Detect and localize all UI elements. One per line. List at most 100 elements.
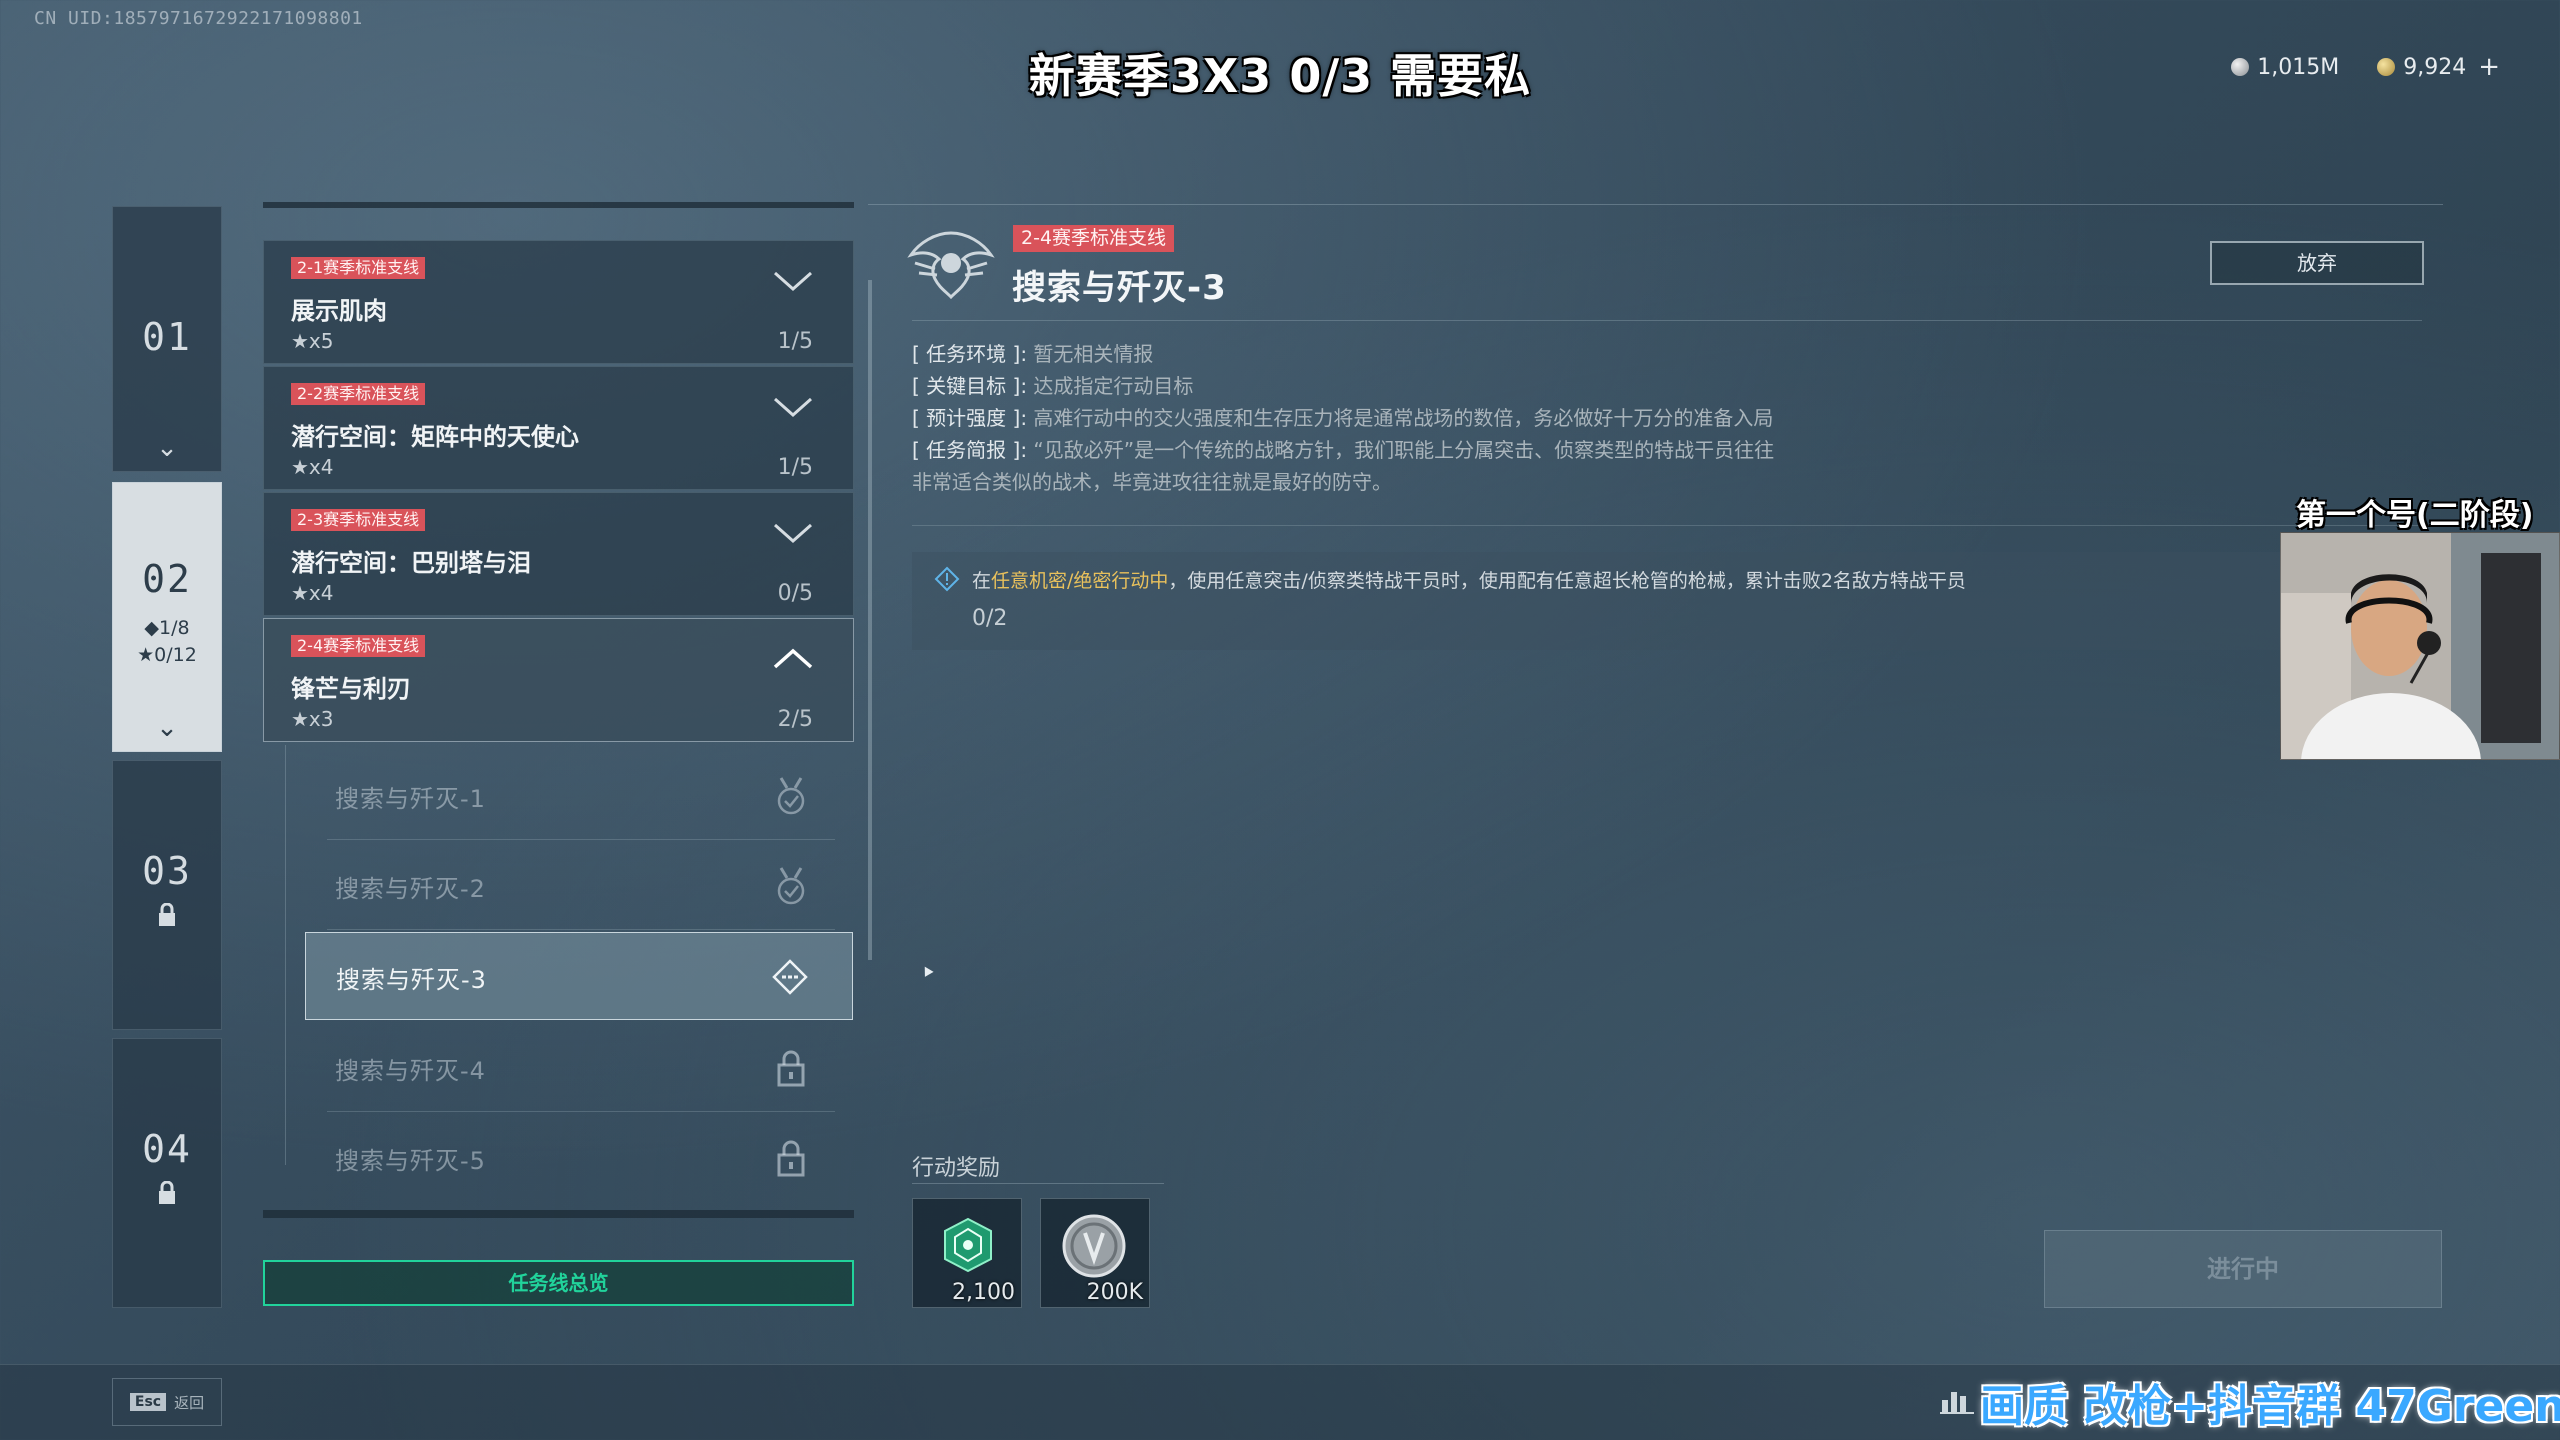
webcam-label: 第一个号(二阶段) — [2296, 498, 2534, 533]
stream-promo-overlay: 画质 改枪+抖音群 47Green — [1980, 1381, 2560, 1432]
divider — [327, 839, 835, 840]
quest-item[interactable]: 2-1赛季标准支线 展示肌肉 ★x5 1/5 — [263, 240, 854, 364]
lock-icon — [159, 1181, 175, 1204]
info-key-goal: [ 关键目标 ]: 达成指定行动目标 — [912, 374, 1194, 398]
bar-chart-icon — [1940, 1392, 1974, 1414]
quest-item-expanded[interactable]: 2-4赛季标准支线 锋芒与利刃 ★x3 2/5 — [263, 618, 854, 742]
info-briefing-continued: 非常适合类似的战术，毕竟进攻往往就是最好的防守。 — [912, 470, 1392, 494]
divider — [327, 929, 835, 930]
detail-divider — [912, 320, 2422, 321]
quest-tag: 2-4赛季标准支线 — [291, 635, 426, 657]
chapter-diamond-progress: ◆1/8 — [144, 617, 190, 639]
subquest-item[interactable]: 搜索与歼灭-5 — [305, 1114, 853, 1202]
reward-amount: 200K — [1086, 1280, 1143, 1305]
chevron-down-icon — [774, 397, 812, 418]
quest-stars: ★x4 — [291, 581, 334, 605]
xp-badge-icon — [944, 1217, 992, 1273]
quest-stars: ★x5 — [291, 329, 334, 353]
back-label: 返回 — [174, 1393, 205, 1412]
subquest-label: 搜索与歼灭-2 — [335, 875, 486, 903]
quest-list-scrollbar[interactable] — [868, 280, 872, 960]
rewards-divider — [912, 1183, 1164, 1184]
gold-amount: 9,924 — [2403, 54, 2467, 80]
quest-progress: 1/5 — [777, 455, 813, 480]
detail-top-divider — [868, 204, 2443, 205]
chapter-number: 01 — [142, 315, 192, 359]
mouse-cursor — [920, 964, 934, 977]
completed-medal-icon — [777, 867, 805, 905]
subquest-label: 搜索与歼灭-5 — [335, 1147, 486, 1175]
quest-stars: ★x4 — [291, 455, 334, 479]
chevron-down-icon — [774, 271, 812, 292]
in-progress-button[interactable]: 进行中 — [2044, 1230, 2442, 1308]
quest-progress: 1/5 — [777, 329, 813, 354]
quest-name: 锋芒与利刃 — [291, 675, 411, 703]
divider — [327, 1111, 835, 1112]
player-uid: CN UID:1857971672922171098801 — [34, 8, 363, 29]
info-intensity: [ 预计强度 ]: 高难行动中的交火强度和生存压力将是通常战场的数倍，务必做好十… — [912, 406, 1774, 430]
reward-item-xp[interactable]: 2,100 — [912, 1198, 1022, 1308]
quest-tag: 2-1赛季标准支线 — [291, 257, 426, 279]
chevron-up-icon — [773, 648, 813, 669]
chapter-number: 04 — [142, 1127, 192, 1171]
chapter-03[interactable]: 03 — [112, 760, 222, 1030]
objective-count: 0/2 — [972, 606, 1008, 631]
quest-info: [ 任务环境 ]: 暂无相关情报 [ 关键目标 ]: 达成指定行动目标 [ 预计… — [912, 338, 2292, 498]
quest-list-bottom-bar — [263, 1210, 854, 1218]
subquest-item[interactable]: 搜索与歼灭-1 — [305, 752, 853, 840]
back-button[interactable]: Esc 返回 — [112, 1378, 222, 1426]
subquest-label: 搜索与歼灭-3 — [336, 966, 487, 994]
quest-name: 展示肌肉 — [291, 297, 387, 325]
chapter-04[interactable]: 04 — [112, 1038, 222, 1308]
quest-name: 潜行空间：巴别塔与泪 — [291, 549, 531, 577]
reward-amount: 2,100 — [952, 1280, 1015, 1305]
chapter-02[interactable]: 02 ◆1/8 ★0/12 ⌄ — [112, 482, 222, 752]
gold-currency[interactable]: 9,924 + — [2377, 52, 2500, 82]
subquest-item[interactable]: 搜索与歼灭-2 — [305, 842, 853, 930]
abandon-button[interactable]: 放弃 — [2210, 241, 2424, 285]
webcam-feed — [2280, 532, 2560, 760]
silver-currency: 1,015M — [2231, 55, 2339, 80]
eagle-emblem-icon — [907, 231, 995, 300]
objective-box: 在任意机密/绝密行动中，使用任意突击/侦察类特战干员时，使用配有任意超长枪管的枪… — [912, 552, 2412, 650]
streamer-avatar — [2281, 533, 2559, 759]
subquest-label: 搜索与歼灭-4 — [335, 1057, 486, 1085]
silver-coin-icon — [1062, 1214, 1126, 1278]
chapter-01[interactable]: 01 ⌄ — [112, 206, 222, 472]
gold-coin-icon — [2377, 58, 2396, 76]
info-briefing: [ 任务简报 ]: “见敌必歼”是一个传统的战略方针，我们职能上分属突击、侦察类… — [912, 438, 1775, 462]
quest-progress: 0/5 — [777, 581, 813, 606]
stream-title-overlay: 新赛季3X3 0/3 需要私 — [1028, 49, 1532, 103]
chevron-down-icon: ⌄ — [156, 433, 178, 463]
objective-text: 在任意机密/绝密行动中，使用任意突击/侦察类特战干员时，使用配有任意超长枪管的枪… — [972, 570, 1966, 592]
silver-amount: 1,015M — [2257, 54, 2340, 80]
silver-coin-icon — [2231, 58, 2250, 76]
esc-key-badge: Esc — [129, 1393, 167, 1411]
quest-stars: ★x3 — [291, 707, 334, 731]
quest-name: 潜行空间：矩阵中的天使心 — [291, 423, 579, 451]
lock-icon — [777, 1140, 805, 1177]
quest-tag: 2-2赛季标准支线 — [291, 383, 426, 405]
add-currency-button[interactable]: + — [2478, 52, 2500, 82]
questline-overview-button[interactable]: 任务线总览 — [263, 1260, 854, 1306]
chevron-down-icon — [774, 523, 812, 544]
quest-item[interactable]: 2-3赛季标准支线 潜行空间：巴别塔与泪 ★x4 0/5 — [263, 492, 854, 616]
quest-tag: 2-3赛季标准支线 — [291, 509, 426, 531]
subquest-item[interactable]: 搜索与歼灭-4 — [305, 1024, 853, 1112]
detail-quest-title: 搜索与歼灭-3 — [1012, 268, 1227, 308]
chevron-down-icon: ⌄ — [156, 713, 178, 743]
subquest-label: 搜索与歼灭-1 — [335, 785, 486, 813]
lock-icon — [777, 1050, 805, 1087]
subquest-tree-line — [285, 745, 286, 1165]
chapter-star-progress: ★0/12 — [137, 644, 197, 666]
quest-list-top-bar — [263, 202, 854, 208]
reward-item-silver[interactable]: 200K — [1040, 1198, 1150, 1308]
chapter-number: 03 — [142, 849, 192, 893]
info-diamond-icon — [934, 566, 960, 592]
subquest-item-selected[interactable]: 搜索与歼灭-3 — [305, 932, 853, 1020]
lock-icon — [159, 903, 175, 926]
rewards-title: 行动奖励 — [912, 1156, 1001, 1181]
completed-medal-icon — [777, 777, 805, 815]
quest-item[interactable]: 2-2赛季标准支线 潜行空间：矩阵中的天使心 ★x4 1/5 — [263, 366, 854, 490]
in-progress-diamond-icon — [772, 959, 808, 995]
